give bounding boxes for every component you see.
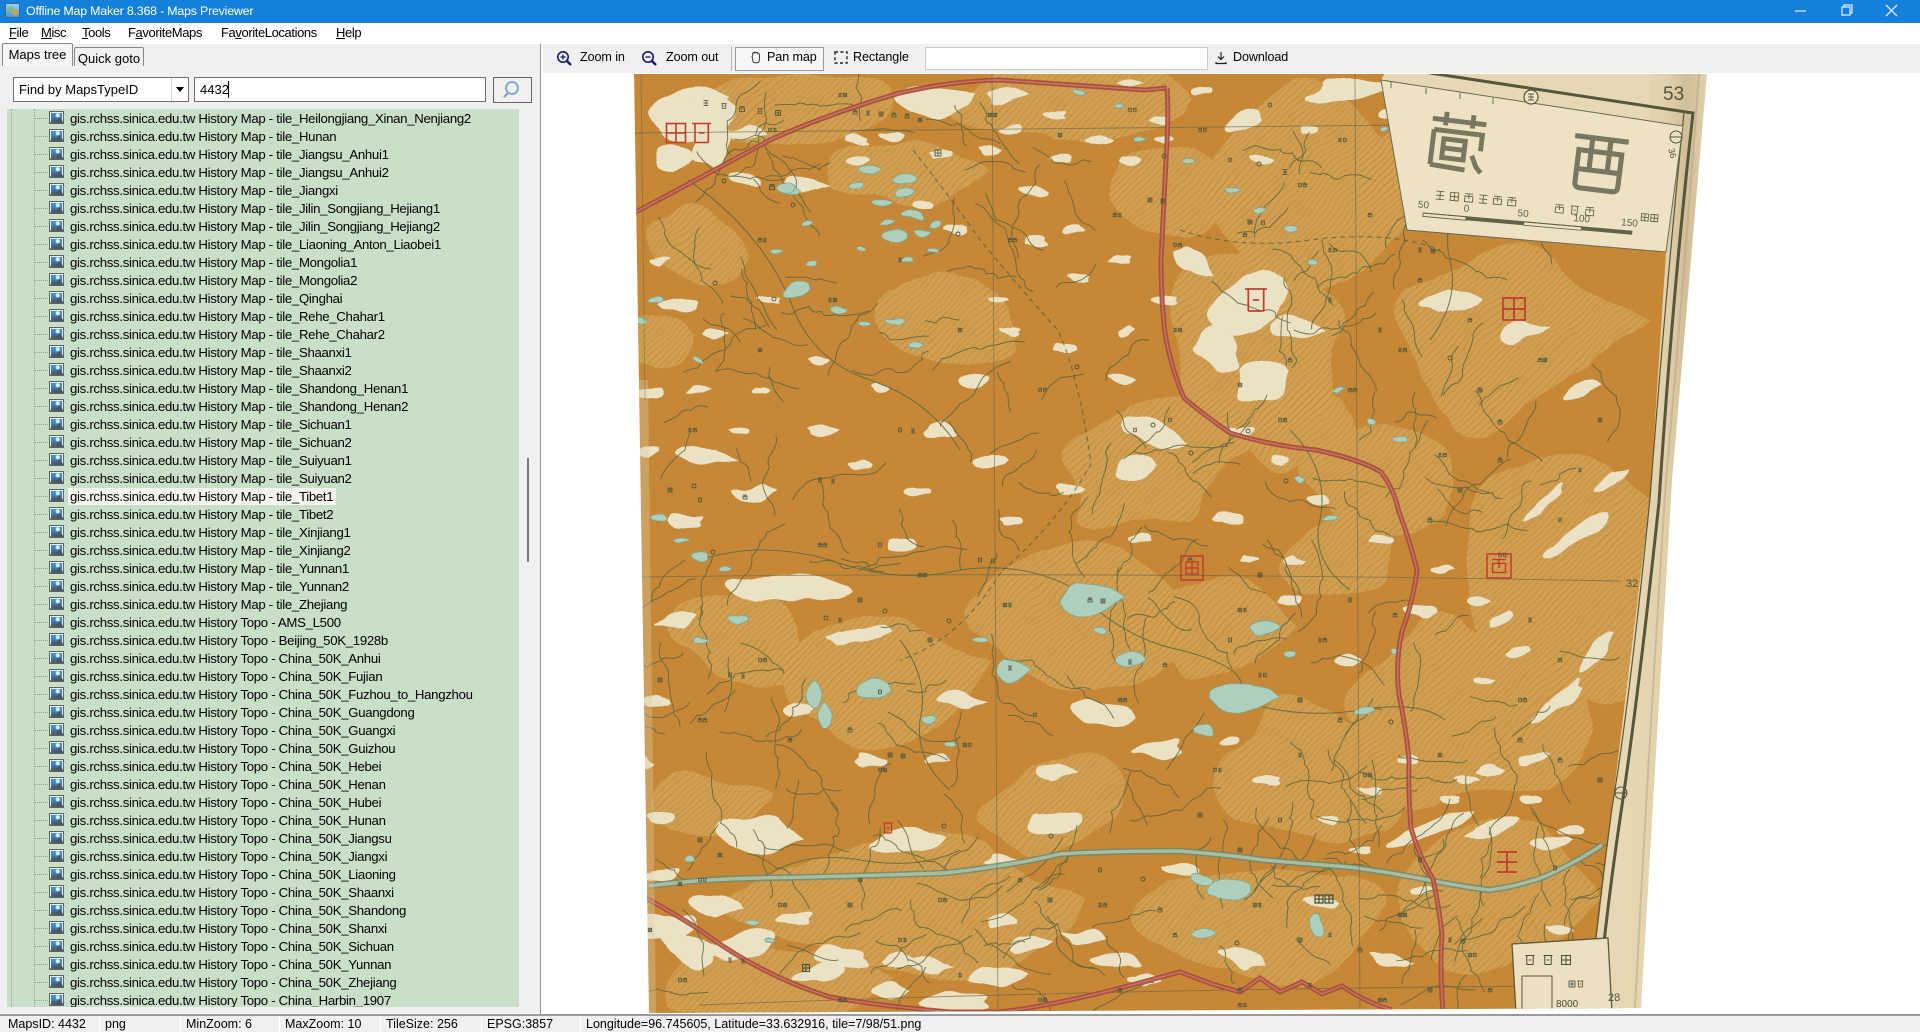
svg-text:32: 32 [1626,578,1638,590]
svg-text:50: 50 [1517,208,1529,220]
svg-text:8000: 8000 [1556,999,1579,1010]
svg-text:150: 150 [1621,217,1639,229]
svg-text:28: 28 [1608,992,1620,1004]
svg-text:100: 100 [1573,213,1591,225]
svg-text:50: 50 [1417,199,1429,211]
svg-text:53: 53 [1663,84,1684,105]
